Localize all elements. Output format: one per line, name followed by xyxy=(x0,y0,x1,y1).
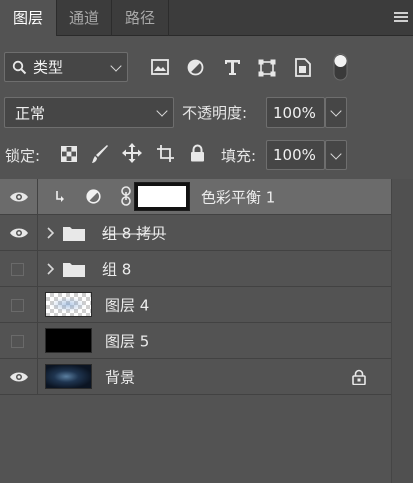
visibility-toggle[interactable] xyxy=(0,215,38,250)
hidden-visibility-box xyxy=(11,335,24,348)
layer-row-background[interactable]: 背景 xyxy=(0,359,391,395)
layer-thumbnail-transparent xyxy=(45,292,92,317)
hidden-visibility-box xyxy=(11,263,24,276)
chevron-down-icon xyxy=(330,105,342,117)
filter-type-layer-icon[interactable] xyxy=(224,59,241,76)
chevron-down-icon xyxy=(330,148,342,160)
visibility-toggle[interactable] xyxy=(0,359,38,394)
chevron-down-icon xyxy=(110,60,122,72)
clipping-arrow-icon xyxy=(56,191,64,202)
blend-mode-value: 正常 xyxy=(15,104,46,122)
tab-channels[interactable]: 通道 xyxy=(57,0,111,36)
layer-row-layer-5[interactable]: 图层 5 xyxy=(0,323,391,359)
fill-input[interactable]: 100% xyxy=(266,140,325,170)
tab-paths[interactable]: 路径 xyxy=(112,0,168,36)
layer-name: 色彩平衡 1 xyxy=(201,188,276,206)
filter-smart-object-icon[interactable] xyxy=(295,58,311,77)
blend-mode-select[interactable]: 正常 xyxy=(4,97,174,128)
opacity-input[interactable]: 100% xyxy=(266,97,325,128)
filter-kind-select[interactable]: 类型 xyxy=(4,52,128,82)
lock-all-icon[interactable] xyxy=(190,144,205,162)
visibility-toggle[interactable] xyxy=(0,323,38,358)
layer-thumbnail-background xyxy=(45,364,92,389)
lock-artboard-icon[interactable] xyxy=(156,144,175,163)
adjustment-layer-icon xyxy=(86,189,101,204)
lock-label: 锁定: xyxy=(5,147,41,165)
opacity-slider-button[interactable] xyxy=(325,97,347,128)
visibility-toggle[interactable] xyxy=(0,251,38,286)
layer-row-group-8[interactable]: 组 8 xyxy=(0,251,391,287)
tab-layers[interactable]: 图层 xyxy=(0,0,56,37)
fill-slider-button[interactable] xyxy=(325,140,347,170)
filter-shape-layer-icon[interactable] xyxy=(258,59,276,77)
lock-transparent-pixels-icon[interactable] xyxy=(61,146,77,162)
folder-icon xyxy=(63,227,85,241)
folder-icon xyxy=(63,263,85,277)
filter-adjustment-layer-icon[interactable] xyxy=(187,59,204,76)
layer-mask-link-icon[interactable] xyxy=(121,186,131,206)
filter-kind-value: 类型 xyxy=(33,58,64,77)
layer-name: 图层 4 xyxy=(105,296,150,314)
chevron-right-icon[interactable] xyxy=(47,227,54,239)
lock-position-move-icon[interactable] xyxy=(122,143,142,163)
filter-pixel-layer-icon[interactable] xyxy=(151,59,169,75)
visibility-toggle[interactable] xyxy=(0,179,38,214)
search-icon xyxy=(12,60,27,75)
eye-icon xyxy=(10,228,28,238)
hidden-visibility-box xyxy=(11,299,24,312)
lock-icon xyxy=(352,369,366,385)
layer-name: 图层 5 xyxy=(105,332,150,350)
fill-label: 填充: xyxy=(221,147,257,165)
chevron-down-icon xyxy=(156,105,168,117)
filter-toggle-icon[interactable] xyxy=(333,53,348,81)
layer-name: 组 8 拷贝 xyxy=(102,224,167,242)
fill-value: 100% xyxy=(273,146,316,164)
eye-icon xyxy=(10,372,28,382)
layer-thumbnail-black xyxy=(45,328,92,353)
layer-row-layer-4[interactable]: 图层 4 xyxy=(0,287,391,323)
layer-row-color-balance[interactable]: 色彩平衡 1 xyxy=(0,179,391,215)
panel-tab-bar: 图层 通道 路径 xyxy=(0,0,413,37)
layer-row-group-8-copy[interactable]: 组 8 拷贝 xyxy=(0,215,391,251)
layers-scrollbar[interactable] xyxy=(391,179,413,483)
eye-icon xyxy=(10,192,28,202)
lock-image-pixels-brush-icon[interactable] xyxy=(91,144,109,164)
layer-name: 背景 xyxy=(105,368,136,386)
panel-menu-icon[interactable] xyxy=(394,12,408,24)
layer-name: 组 8 xyxy=(102,260,132,278)
chevron-right-icon[interactable] xyxy=(47,263,54,275)
opacity-value: 100% xyxy=(273,103,316,122)
visibility-toggle[interactable] xyxy=(0,287,38,322)
tab-separator xyxy=(168,0,169,36)
opacity-label: 不透明度: xyxy=(182,104,248,122)
layer-mask-thumbnail[interactable] xyxy=(134,182,190,211)
